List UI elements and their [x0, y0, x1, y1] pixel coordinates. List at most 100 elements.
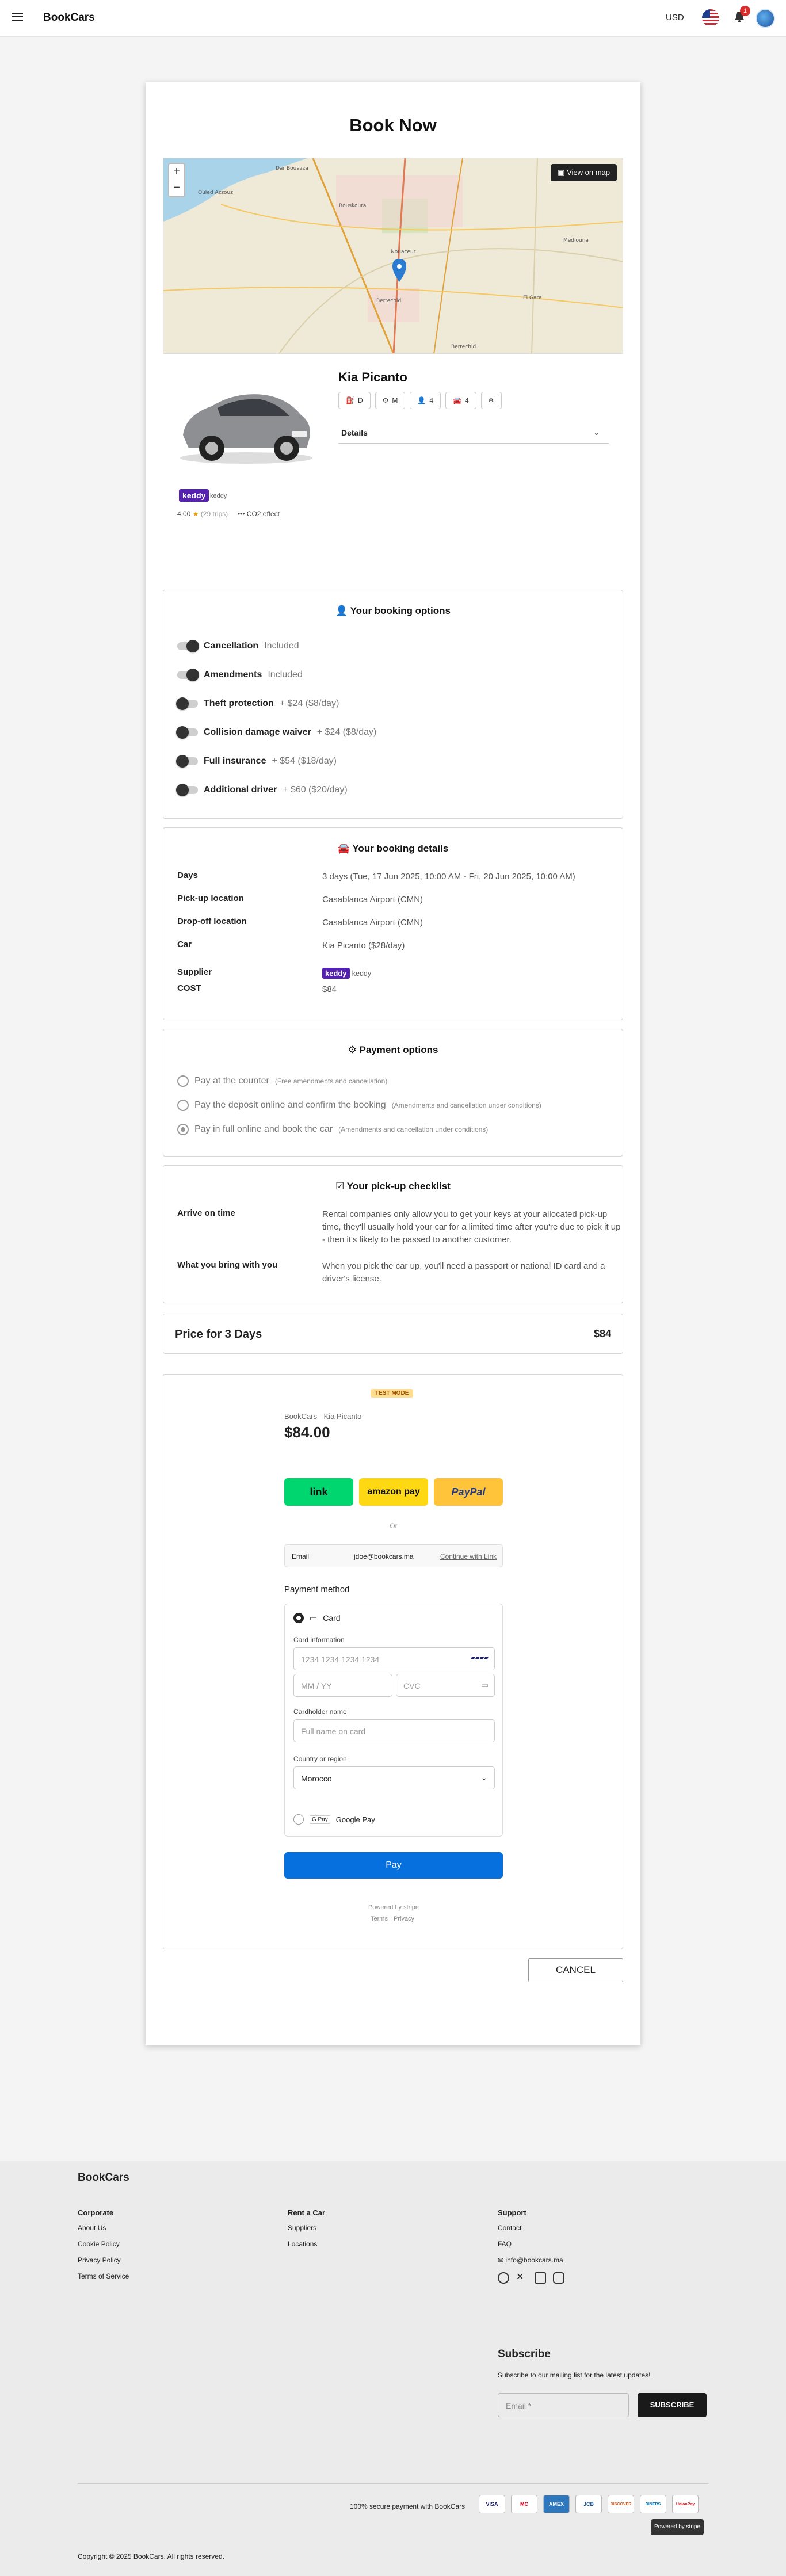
map-zoom-control: + − — [168, 163, 185, 197]
option-additional-driver[interactable]: Additional driver + $60 ($20/day) — [176, 784, 348, 796]
flag-us-icon[interactable] — [702, 9, 719, 26]
zoom-in-button[interactable]: + — [169, 164, 184, 180]
chevron-down-icon: ⌄ — [593, 428, 600, 437]
terms-link[interactable]: Terms of Service — [78, 2272, 129, 2280]
card-option[interactable]: ▭ Card — [293, 1613, 341, 1623]
menu-icon[interactable] — [12, 13, 23, 22]
option-cancellation[interactable]: Cancellation Included — [177, 640, 299, 652]
checklist-value: Rental companies only allow you to get y… — [322, 1209, 621, 1245]
map-label-5: Mediouna — [563, 238, 589, 243]
pay-deposit-option[interactable]: Pay the deposit online and confirm the b… — [177, 1100, 541, 1111]
support-email[interactable]: ✉ info@bookcars.ma — [498, 2256, 564, 2264]
paypal-button[interactable]: PayPal — [434, 1478, 503, 1506]
spec-fuel: ⛽ D — [338, 392, 371, 409]
detail-value: 3 days (Tue, 17 Jun 2025, 10:00 AM - Fri… — [322, 872, 575, 881]
expiry-input[interactable]: MM / YY — [293, 1674, 392, 1697]
cdw-switch[interactable] — [176, 726, 198, 739]
card-number-input[interactable]: 1234 1234 1234 1234 ▰▰▰▰ — [293, 1647, 495, 1670]
linkedin-icon[interactable] — [535, 2272, 546, 2284]
suppliers-link[interactable]: Suppliers — [288, 2224, 325, 2232]
checkbox-icon: ☑ — [335, 1181, 345, 1192]
pay-full-option[interactable]: Pay in full online and book the car (Amen… — [177, 1124, 488, 1135]
map-label-0: Dar Bouazza — [276, 166, 308, 171]
x-icon[interactable]: ✕ — [516, 2272, 528, 2284]
additional-driver-switch[interactable] — [176, 784, 198, 796]
spec-seats: 👤 4 — [410, 392, 441, 409]
google-pay-icon: G Pay — [310, 1815, 330, 1824]
fuel-icon: ⛽ — [346, 396, 354, 404]
amazon-pay-button[interactable]: amazon pay — [359, 1478, 428, 1506]
payment-options-title: ⚙ Payment options — [348, 1044, 438, 1055]
radio-button[interactable] — [177, 1124, 189, 1135]
cookie-policy-link[interactable]: Cookie Policy — [78, 2240, 129, 2248]
booking-details-title: 🚘 Your booking details — [337, 843, 449, 854]
avatar[interactable] — [756, 9, 775, 28]
currency-selector[interactable]: USD — [666, 13, 684, 22]
checklist-title: ☑ Your pick-up checklist — [335, 1181, 451, 1192]
amendments-switch[interactable] — [177, 669, 199, 681]
option-label: Amendments — [204, 670, 262, 680]
email-value[interactable]: jdoe@bookcars.ma — [354, 1552, 414, 1560]
social-links: ✕ — [498, 2272, 564, 2284]
diners-icon: DINERS — [640, 2495, 666, 2513]
option-amendments[interactable]: Amendments Included — [177, 669, 303, 681]
footer-brand: BookCars — [78, 2172, 129, 2184]
option-label: Full insurance — [204, 756, 266, 766]
option-collision-damage-waiver[interactable]: Collision damage waiver + $24 ($8/day) — [176, 726, 376, 739]
continue-with-link[interactable]: Continue with Link — [440, 1552, 497, 1560]
full-insurance-switch[interactable] — [176, 755, 198, 768]
brand-logo[interactable]: BookCars — [43, 12, 95, 24]
cardholder-input[interactable]: Full name on card — [293, 1719, 495, 1742]
cardholder-label: Cardholder name — [293, 1708, 347, 1716]
radio-button[interactable] — [177, 1075, 189, 1087]
privacy-link[interactable]: Privacy — [394, 1915, 414, 1922]
radio-button[interactable] — [177, 1100, 189, 1111]
option-label: Theft protection — [204, 699, 274, 708]
details-accordion[interactable]: ⌄ Details — [338, 421, 609, 444]
pay-at-counter-option[interactable]: Pay at the counter (Free amendments and c… — [177, 1075, 387, 1087]
spec-doors: 🚘 4 — [445, 392, 476, 409]
instagram-icon[interactable] — [553, 2272, 564, 2284]
footer-support: Support Contact FAQ ✉ info@bookcars.ma ✕ — [498, 2208, 564, 2292]
zoom-out-button[interactable]: − — [169, 180, 184, 196]
contact-link[interactable]: Contact — [498, 2224, 564, 2232]
pay-button[interactable]: Pay — [284, 1852, 503, 1879]
option-label: Pay in full online and book the car — [194, 1124, 333, 1134]
subscribe-button[interactable]: SUBSCRIBE — [638, 2393, 707, 2417]
privacy-policy-link[interactable]: Privacy Policy — [78, 2256, 129, 2264]
option-full-insurance[interactable]: Full insurance + $54 ($18/day) — [176, 755, 337, 768]
merchant-name: BookCars - Kia Picanto — [284, 1412, 362, 1421]
card-radio[interactable] — [293, 1613, 304, 1623]
expiry-placeholder: MM / YY — [301, 1681, 332, 1690]
view-on-map-button[interactable]: ▣ View on map — [551, 164, 617, 181]
google-pay-option[interactable]: G Pay Google Pay — [293, 1814, 375, 1825]
google-pay-radio[interactable] — [293, 1814, 304, 1825]
cancel-button[interactable]: CANCEL — [528, 1958, 623, 1982]
option-note: (Amendments and cancellation under condi… — [338, 1125, 489, 1134]
about-us-link[interactable]: About Us — [78, 2224, 129, 2232]
co2-icon: ••• — [237, 510, 245, 518]
car-image — [180, 394, 312, 464]
unionpay-icon: UnionPay — [672, 2495, 699, 2513]
subscribe-email-input[interactable]: Email * — [498, 2393, 629, 2417]
rating-count: (29 trips) — [200, 510, 228, 518]
theft-switch[interactable] — [176, 697, 198, 710]
link-pay-button[interactable]: link — [284, 1478, 353, 1506]
country-select[interactable]: Morocco ⌄ — [293, 1766, 495, 1789]
option-theft-protection[interactable]: Theft protection + $24 ($8/day) — [176, 697, 339, 710]
subscribe-section: Subscribe Subscribe to our mailing list … — [498, 2348, 707, 2417]
footer-col-title: Support — [498, 2208, 526, 2217]
terms-link[interactable]: Terms — [371, 1915, 388, 1922]
option-label: Pay the deposit online and confirm the b… — [194, 1100, 386, 1110]
cvc-input[interactable]: CVC ▭ — [396, 1674, 495, 1697]
faq-link[interactable]: FAQ — [498, 2240, 564, 2248]
detail-value: keddy keddy — [322, 967, 621, 980]
car-specs: ⛽ D ⚙ M 👤 4 🚘 4 ❄ — [338, 392, 502, 409]
co2-label: CO2 effect — [246, 510, 280, 518]
gear-icon: ⚙ — [348, 1044, 357, 1055]
locations-link[interactable]: Locations — [288, 2240, 325, 2248]
map[interactable]: Dar Bouazza Ouled Azzouz Bouskoura Nouac… — [163, 158, 623, 354]
mastercard-icon: MC — [511, 2495, 537, 2513]
cancellation-switch[interactable] — [177, 640, 199, 652]
facebook-icon[interactable] — [498, 2272, 509, 2284]
